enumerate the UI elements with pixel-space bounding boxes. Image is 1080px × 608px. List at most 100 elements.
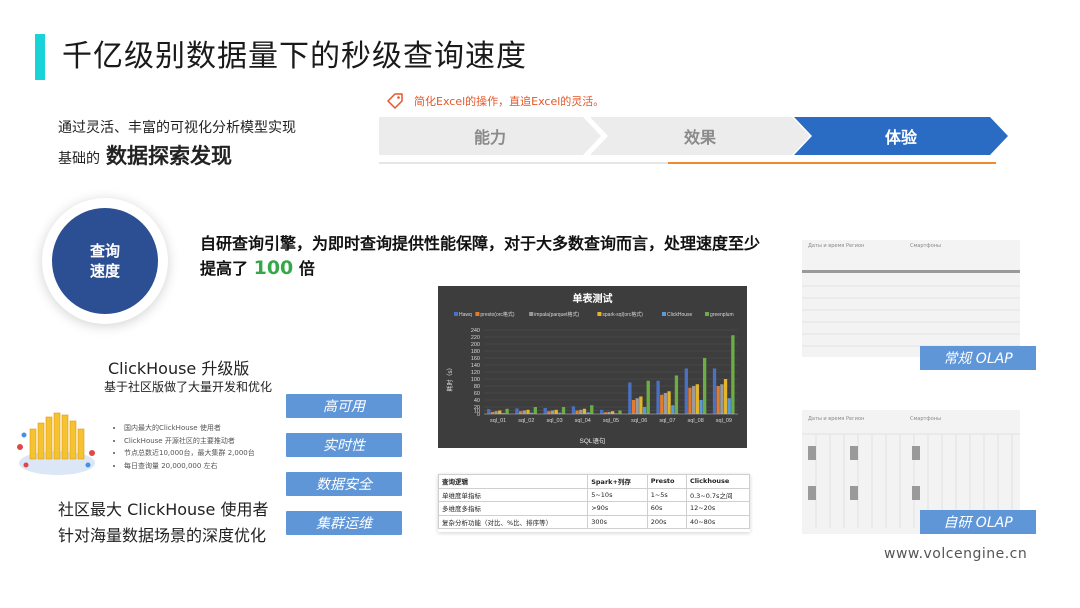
legend-label: Hawq bbox=[459, 312, 472, 318]
badge-line-2: 速度 bbox=[89, 262, 120, 280]
y-tick-label: 80 bbox=[474, 384, 480, 390]
step-effect[interactable]: 效果 bbox=[590, 117, 810, 155]
table-header-cell: Spark+列存 bbox=[587, 474, 648, 489]
chart-bar bbox=[642, 407, 647, 414]
panel-label: Смартфоны bbox=[910, 416, 941, 422]
benchmark-chart: 单表测试 Hawq presto(orc格式) impala(parquet格式) s… bbox=[438, 286, 747, 448]
chart-title: 单表测试 bbox=[573, 292, 613, 305]
tag-text: 简化Excel的操作，直追Excel的灵活。 bbox=[414, 95, 605, 108]
panel-label: Регион bbox=[846, 243, 865, 249]
chart-legend: Hawq presto(orc格式) impala(parquet格式) spark-… bbox=[454, 311, 734, 318]
legend-swatch bbox=[597, 312, 602, 316]
chart-bar bbox=[639, 396, 643, 414]
step-ability[interactable]: 能力 bbox=[379, 117, 601, 155]
chart-bar bbox=[498, 410, 502, 414]
y-tick-label: 240 bbox=[471, 328, 480, 334]
chart-bar bbox=[547, 411, 551, 414]
legend-swatch bbox=[475, 312, 480, 316]
feature-high-availability[interactable]: 高可用 bbox=[286, 394, 402, 418]
chart-bars bbox=[487, 335, 735, 414]
chart-bar bbox=[656, 380, 660, 414]
y-tick-label: 60 bbox=[474, 391, 480, 397]
chart-bar bbox=[712, 368, 717, 414]
clickhouse-bullets: 国内最大的ClickHouse 使用者 ClickHouse 开源社区的主要推动… bbox=[112, 422, 255, 472]
chart-bar bbox=[631, 400, 636, 414]
feature-realtime[interactable]: 实时性 bbox=[286, 433, 402, 457]
bullet-item: ClickHouse 开源社区的主要推动者 bbox=[124, 435, 255, 448]
legend-label: presto(orc格式) bbox=[480, 311, 515, 318]
chart-bar bbox=[727, 398, 731, 414]
clickhouse-title: ClickHouse 升级版 bbox=[108, 359, 250, 378]
chart-bar bbox=[487, 409, 491, 414]
chart-bar bbox=[695, 384, 699, 414]
bullet-item: 国内最大的ClickHouse 使用者 bbox=[124, 422, 255, 435]
chart-bar bbox=[607, 411, 611, 414]
feature-data-security[interactable]: 数据安全 bbox=[286, 472, 402, 496]
panel-label: Даты и время bbox=[808, 416, 845, 422]
chart-bar bbox=[543, 408, 547, 414]
tag-icon bbox=[387, 93, 403, 109]
legend-label: impala(parquet格式) bbox=[534, 311, 579, 318]
table-cell: 60s bbox=[646, 501, 687, 516]
headline: 自研查询引擎，为即时查询提供性能保障，对于大多数查询而言，处理速度至少提高了 1… bbox=[200, 232, 760, 281]
chart-bar bbox=[599, 409, 604, 414]
chart-bar bbox=[691, 386, 696, 414]
x-tick-label: sql_03 bbox=[546, 418, 562, 424]
table-cell: 200s bbox=[646, 514, 687, 529]
chart-bar bbox=[716, 386, 720, 414]
progress-track bbox=[379, 162, 669, 164]
chart-bar bbox=[522, 410, 526, 414]
chart-bar bbox=[561, 407, 566, 414]
x-tick-label: sql_01 bbox=[490, 418, 506, 424]
clickhouse-footer-1: 社区最大 ClickHouse 使用者 bbox=[58, 500, 269, 519]
y-tick-label: 200 bbox=[471, 342, 480, 348]
page-title: 千亿级别数据量下的秒级查询速度 bbox=[62, 39, 527, 74]
normal-olap-button[interactable]: 常规 OLAP bbox=[920, 346, 1036, 370]
comparison-table-card: 查询逻辑 Spark+列存 Presto Clickhouse 单维度单指标 5~10s… bbox=[437, 474, 751, 532]
intro-bold: 数据探索发现 bbox=[106, 144, 232, 168]
chart-bar bbox=[699, 400, 703, 414]
headline-suffix: 倍 bbox=[298, 259, 315, 278]
table-cell: >90s bbox=[587, 501, 648, 516]
legend-swatch bbox=[529, 312, 534, 316]
chart-bar bbox=[590, 405, 594, 414]
x-tick-label: sql_06 bbox=[631, 418, 647, 424]
chart-bar bbox=[688, 387, 692, 414]
self-olap-button[interactable]: 自研 OLAP bbox=[920, 510, 1036, 534]
chart-bar bbox=[720, 384, 724, 414]
step-ability-label: 能力 bbox=[473, 128, 506, 147]
chart-bar bbox=[723, 379, 728, 414]
chart-bar bbox=[533, 407, 537, 414]
table-body: 单维度单指标 5~10s 1~5s 0.3~0.7s之间 多维度多指标 >90s 60s 12… bbox=[437, 487, 751, 529]
chart-bar bbox=[611, 411, 615, 414]
chart-bar bbox=[703, 358, 707, 414]
table-cell: 12~20s bbox=[685, 501, 751, 516]
table-header-row: 查询逻辑 Spark+列存 Presto Clickhouse bbox=[437, 474, 751, 489]
chart-bar bbox=[505, 408, 509, 414]
legend-swatch bbox=[705, 312, 709, 316]
chart-bar bbox=[660, 394, 664, 414]
panel-header-line bbox=[802, 270, 1020, 273]
x-tick-label: sql_07 bbox=[659, 418, 675, 424]
progress-underline bbox=[668, 162, 996, 164]
intro-line-2: 基础的 数据探索发现 bbox=[58, 140, 232, 170]
chart-bar bbox=[646, 380, 650, 414]
intro-line-1: 通过灵活、丰富的可视化分析模型实现 bbox=[58, 120, 296, 136]
chart-bar bbox=[674, 375, 679, 414]
chart-bar bbox=[628, 382, 632, 414]
legend-swatch bbox=[454, 312, 458, 316]
bullet-item: 节点总数近10,000台，最大集群 2,000台 bbox=[124, 447, 255, 460]
panel-label: Даты и время bbox=[808, 243, 845, 249]
y-tick-label: 180 bbox=[471, 349, 480, 355]
chart-bar bbox=[579, 409, 583, 414]
chart-bar bbox=[554, 409, 558, 414]
feature-cluster-ops[interactable]: 集群运维 bbox=[286, 511, 402, 535]
table-row: 复杂分析功能（对比、%比、排序等） 300s 200s 40~80s bbox=[437, 514, 751, 529]
chart-bar bbox=[731, 335, 735, 414]
chart-bar bbox=[490, 411, 495, 414]
x-tick-label: sql_08 bbox=[688, 418, 704, 424]
step-experience[interactable]: 体验 bbox=[794, 117, 1008, 155]
y-tick-label: 220 bbox=[471, 335, 480, 341]
y-tick-label: 160 bbox=[471, 356, 480, 362]
step-effect-label: 效果 bbox=[683, 128, 716, 147]
